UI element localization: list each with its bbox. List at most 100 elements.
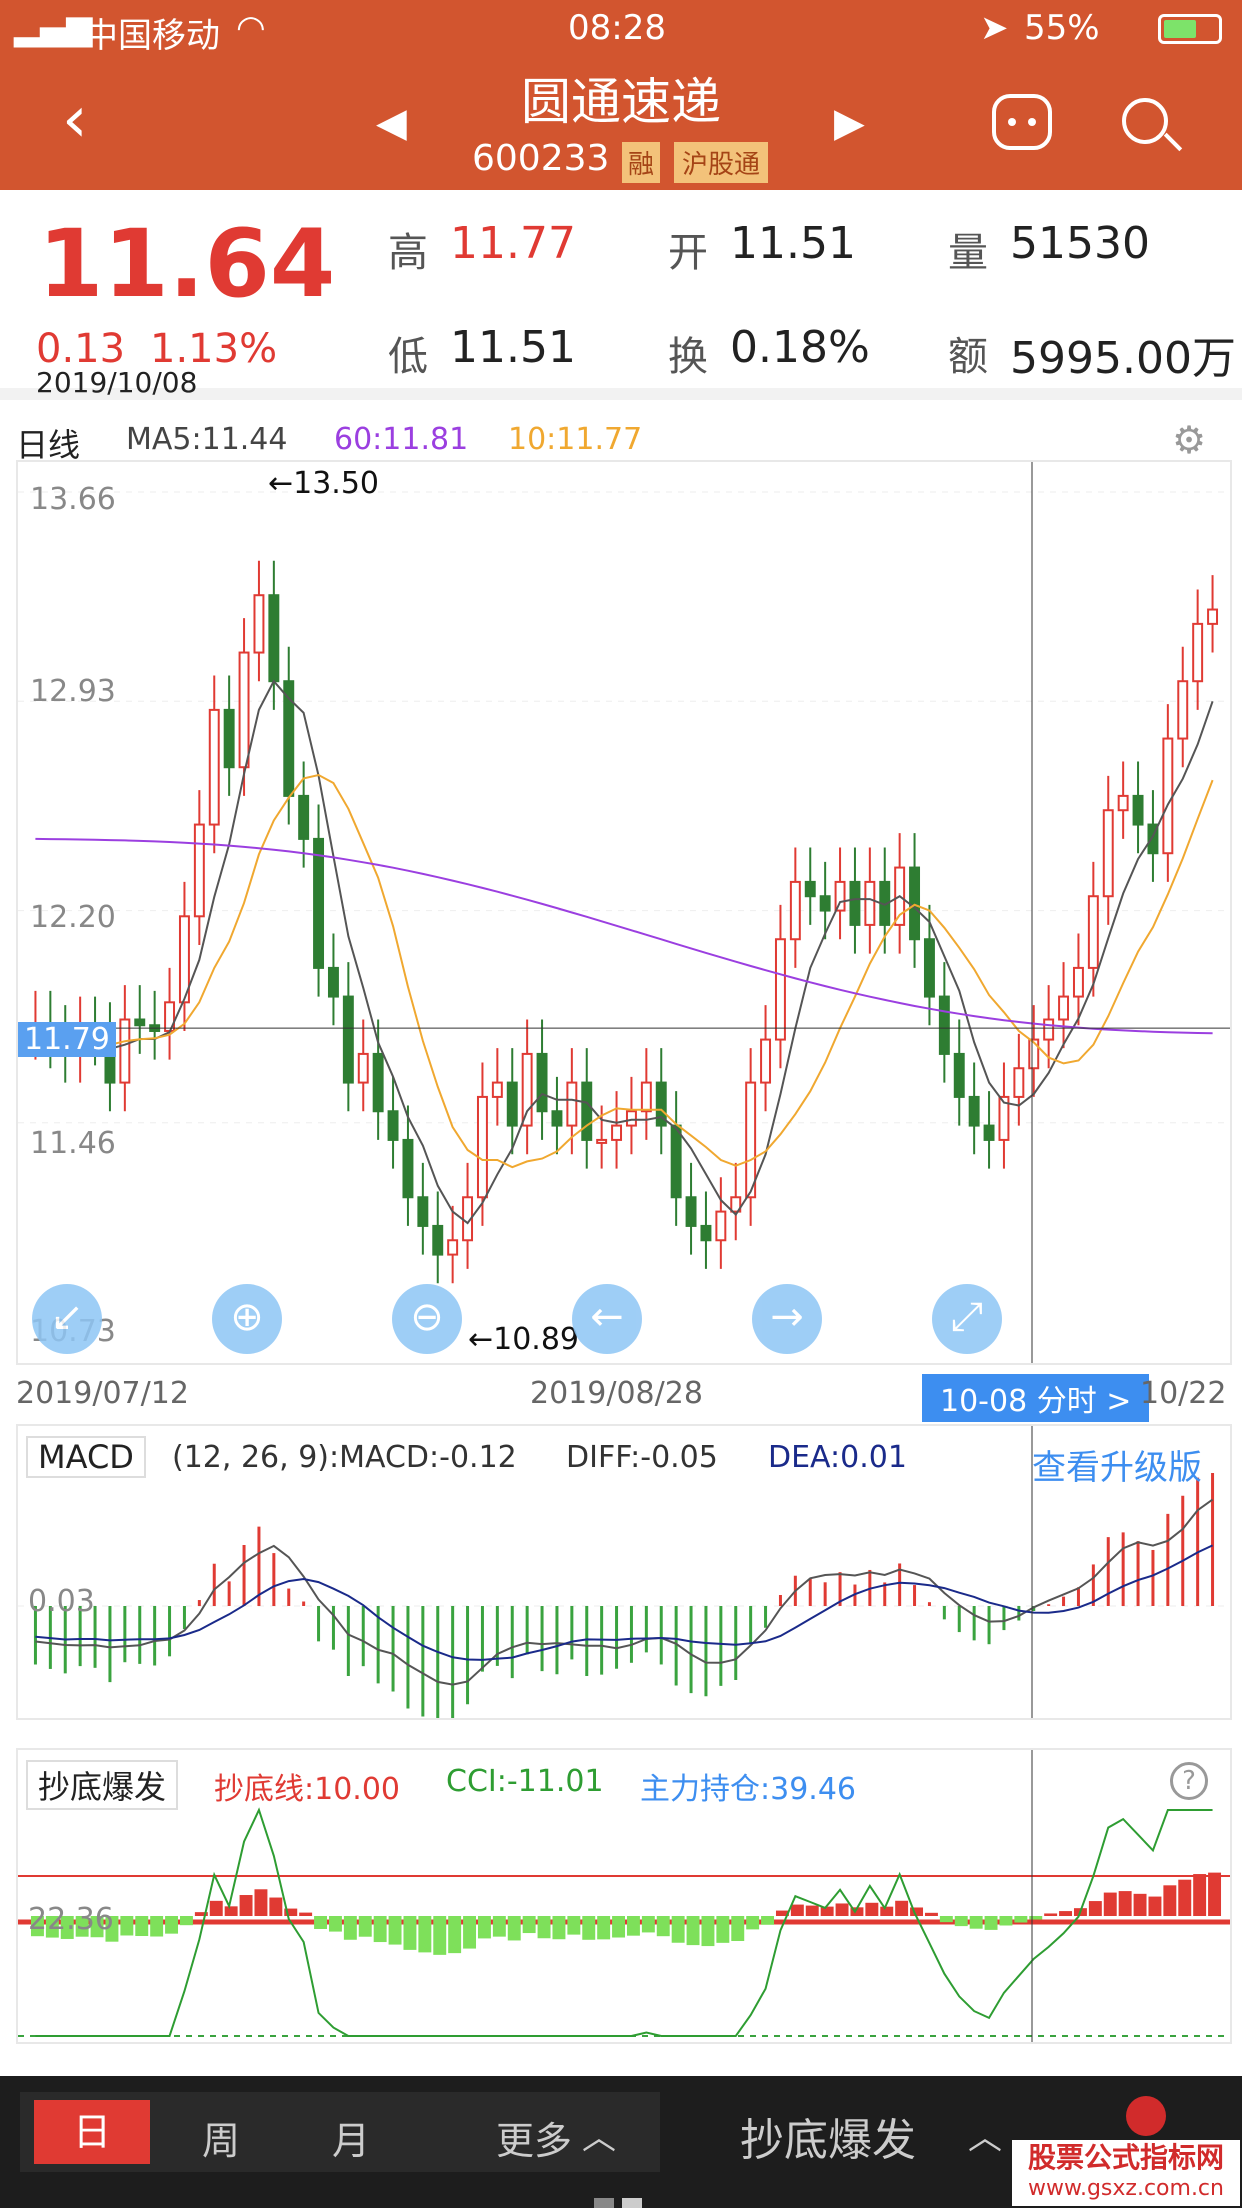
candle-body	[372, 1052, 384, 1113]
scroll-left-icon[interactable]: ←	[572, 1284, 642, 1354]
candle-body	[849, 880, 861, 926]
carrier: 中国移动	[84, 16, 220, 56]
cci-value: CCI:-11.01	[446, 1764, 604, 1799]
candle-body	[1058, 995, 1070, 1021]
high-label: 高	[388, 230, 428, 276]
position-bar	[477, 1916, 491, 1939]
robot-icon[interactable]	[992, 94, 1052, 150]
candle-body	[327, 966, 339, 998]
candle-body	[804, 880, 816, 898]
position-bar	[1133, 1893, 1147, 1916]
upgrade-link[interactable]: 查看升级版	[1032, 1440, 1202, 1489]
candle-body	[745, 1081, 757, 1199]
candle-body	[1028, 1038, 1040, 1070]
position-bar	[179, 1916, 193, 1926]
search-icon[interactable]	[1122, 98, 1168, 144]
candle-body	[670, 1124, 682, 1199]
zoom-out-icon[interactable]: ⊖	[392, 1284, 462, 1354]
wifi-icon: ◠	[236, 8, 266, 48]
y-label-2: 12.93	[30, 674, 116, 709]
tab-more[interactable]: 更多	[496, 2110, 572, 2165]
tab-day[interactable]: 日	[34, 2100, 150, 2164]
candle-body	[700, 1224, 712, 1242]
candle-body	[536, 1052, 548, 1113]
max-price-label: ←13.50	[268, 466, 380, 501]
last-price: 11.64	[38, 210, 336, 319]
indicator-name[interactable]: 抄底爆发	[26, 1760, 179, 1810]
position-bar	[403, 1916, 417, 1950]
more-chevron-icon[interactable]: ︿	[582, 2110, 616, 2159]
x-label-mid: 2019/08/28	[530, 1376, 703, 1411]
position-bar	[269, 1897, 283, 1916]
macd-panel[interactable]: MACD (12, 26, 9):MACD:-0.12 DIFF:-0.05 D…	[16, 1424, 1232, 1725]
position-bar	[701, 1916, 715, 1947]
position-bar	[299, 1912, 313, 1916]
candle-body	[611, 1124, 623, 1141]
position-bar	[1163, 1885, 1177, 1916]
help-icon[interactable]: ?	[1170, 1762, 1208, 1800]
position-bar	[716, 1916, 730, 1943]
position-bar	[641, 1916, 655, 1933]
position-bar	[790, 1904, 804, 1916]
fullscreen-icon[interactable]: ⤢	[932, 1284, 1002, 1354]
candle-body	[417, 1196, 429, 1227]
margin-badge: 融	[622, 142, 661, 183]
y-label-3: 12.20	[30, 900, 116, 935]
candle-body	[774, 938, 786, 1041]
ma10-line	[34, 773, 1214, 1169]
position-bar	[507, 1916, 521, 1941]
pan-left-start-icon[interactable]: ↙	[32, 1284, 102, 1354]
position-bar	[492, 1916, 506, 1937]
indicator-panel[interactable]: 抄底爆发 抄底线:10.00 CCI:-11.01 主力持仓:39.46 ? 2…	[16, 1748, 1232, 2044]
position-bar	[1029, 1916, 1043, 1920]
indicator-selector[interactable]: 抄底爆发	[740, 2104, 916, 2168]
ma60-line	[35, 837, 1213, 1035]
kline-svg	[18, 462, 1230, 1363]
kline-chart[interactable]: 13.66 12.93 12.20 11.46 10.73 11.79 ←13.…	[16, 460, 1232, 1365]
candle-body	[685, 1196, 697, 1227]
intraday-button[interactable]: 10-08 分时 >	[922, 1374, 1150, 1422]
candle-body	[342, 995, 354, 1084]
open-value: 11.51	[730, 218, 856, 269]
low-label: 低	[388, 334, 428, 380]
position-bar	[567, 1916, 581, 1935]
indicator-chevron-icon[interactable]: ︿	[968, 2110, 1002, 2159]
candle-body	[983, 1124, 995, 1141]
candle-body	[551, 1110, 563, 1127]
tab-month[interactable]: 月	[332, 2110, 370, 2165]
position-bar	[254, 1889, 268, 1916]
candle-body	[1013, 1067, 1025, 1098]
position-bar	[820, 1906, 834, 1916]
turnover-value: 0.18%	[730, 322, 870, 373]
scroll-right-icon[interactable]: →	[752, 1284, 822, 1354]
candle-body	[760, 1038, 772, 1084]
candle-body	[268, 594, 280, 683]
zoom-in-icon[interactable]: ⊕	[212, 1284, 282, 1354]
next-stock-icon[interactable]: ▶	[834, 100, 865, 146]
watermark-url: www.gsxz.com.cn	[1028, 2176, 1224, 2201]
settings-icon[interactable]: ⚙	[1172, 418, 1206, 462]
tab-week[interactable]: 周	[202, 2110, 240, 2165]
record-dot-icon[interactable]	[1126, 2096, 1166, 2136]
position-bar	[418, 1916, 432, 1953]
candle-body	[491, 1081, 503, 1098]
candle-body	[313, 837, 325, 969]
position-bar	[1044, 1913, 1058, 1916]
position-bar	[358, 1916, 372, 1937]
amount-value: 5995.00万	[1010, 333, 1236, 384]
position-bar	[1014, 1916, 1028, 1923]
macd-name[interactable]: MACD	[26, 1436, 146, 1478]
candle-body	[387, 1110, 399, 1141]
position-bar	[924, 1912, 938, 1916]
candle-body	[447, 1239, 459, 1256]
position-bar	[582, 1916, 596, 1940]
candle-body	[1087, 895, 1099, 969]
candle-body	[223, 708, 235, 769]
app-header: ▂▄▆ 中国移动 ◠ 08:28 ➤ 55% ‹ ◀ 圆通速递 600233 融…	[0, 0, 1242, 190]
position-bar	[1178, 1879, 1192, 1916]
volume-value: 51530	[1010, 218, 1150, 269]
position-bar	[761, 1916, 775, 1925]
position-bar	[939, 1916, 953, 1923]
candle-body	[1102, 809, 1114, 898]
position-bar	[343, 1916, 357, 1940]
